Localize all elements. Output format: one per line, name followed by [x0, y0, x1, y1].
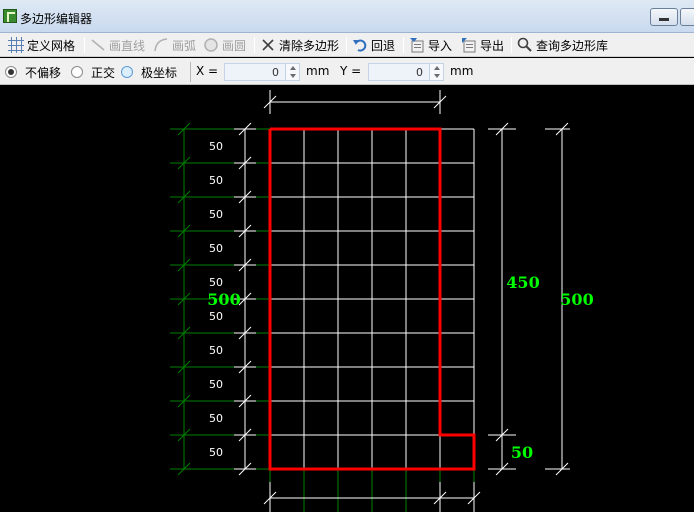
maximize-button[interactable]	[680, 8, 694, 26]
spin-down-icon	[434, 74, 440, 78]
row-spacing-label: 50	[209, 378, 223, 391]
left-total-dimension-label: 500	[207, 290, 240, 309]
clear-polygon-button[interactable]: 清除多边形	[260, 36, 339, 54]
title-bar: 多边形编辑器	[0, 0, 694, 33]
no-offset-label: 不偏移	[25, 66, 62, 80]
import-button[interactable]: 导入	[409, 36, 452, 54]
export-label: 导出	[480, 38, 505, 53]
y-value: 0	[416, 66, 423, 79]
minimize-button[interactable]	[650, 8, 678, 26]
grid-lines	[269, 128, 475, 512]
options-separator	[190, 62, 191, 82]
top-dimension	[263, 90, 447, 114]
right-dimensions	[488, 122, 570, 476]
row-spacing-label: 50	[209, 208, 223, 221]
import-icon	[409, 37, 425, 53]
draw-circle-button[interactable]: 画圆	[203, 36, 246, 54]
spin-down-icon	[290, 74, 296, 78]
export-icon	[461, 37, 477, 53]
toolbar-separator	[84, 37, 85, 53]
draw-arc-button[interactable]: 画弧	[153, 36, 196, 54]
define-grid-label: 定义网格	[27, 38, 76, 53]
row-spacing-label: 50	[209, 174, 223, 187]
spin-up-icon	[290, 66, 296, 70]
arc-icon	[153, 37, 169, 53]
row-spacing-label: 50	[209, 446, 223, 459]
draw-line-button[interactable]: 画直线	[90, 36, 145, 54]
query-library-button[interactable]: 查询多边形库	[517, 36, 608, 54]
row-spacing-label: 50	[209, 276, 223, 289]
draw-circle-label: 画圆	[222, 38, 247, 53]
undo-button[interactable]: 回退	[352, 36, 395, 54]
window-title: 多边形编辑器	[20, 12, 93, 26]
export-button[interactable]: 导出	[461, 36, 504, 54]
search-icon	[517, 37, 533, 53]
ortho-label: 正交	[91, 66, 116, 80]
app-icon	[3, 9, 17, 23]
row-spacing-label: 50	[209, 344, 223, 357]
undo-label: 回退	[371, 38, 396, 53]
define-grid-button[interactable]: 定义网格	[8, 36, 75, 54]
toolbar-separator	[254, 37, 255, 53]
query-library-label: 查询多边形库	[536, 38, 609, 53]
x-input[interactable]: 0	[224, 63, 300, 81]
draw-arc-label: 画弧	[172, 38, 197, 53]
right-upper-dimension-label: 450	[506, 273, 539, 292]
y-input[interactable]: 0	[368, 63, 444, 81]
toolbar-separator	[511, 37, 512, 53]
x-value: 0	[272, 66, 279, 79]
polar-label: 极坐标	[141, 66, 178, 80]
y-label: Y =	[340, 64, 362, 78]
minimize-icon	[659, 18, 669, 21]
x-unit: mm	[306, 64, 330, 78]
undo-icon	[352, 37, 368, 53]
row-spacing-label: 50	[209, 242, 223, 255]
import-label: 导入	[428, 38, 453, 53]
draw-line-label: 画直线	[109, 38, 146, 53]
row-spacing-label: 50	[209, 310, 223, 323]
toolbar: 定义网格 画直线 画弧 画圆 清除多边形 回退 导入 导出 查询多边形库	[0, 33, 694, 57]
row-spacing-label: 50	[209, 140, 223, 153]
clear-polygon-label: 清除多边形	[279, 38, 340, 53]
y-unit: mm	[450, 64, 474, 78]
x-spinner[interactable]	[285, 64, 299, 80]
circle-icon	[203, 37, 219, 53]
toolbar-separator	[346, 37, 347, 53]
spin-up-icon	[434, 66, 440, 70]
polar-radio[interactable]	[121, 66, 133, 78]
ortho-radio[interactable]	[71, 66, 83, 78]
line-icon	[90, 37, 106, 53]
no-offset-radio[interactable]	[5, 66, 17, 78]
y-spinner[interactable]	[429, 64, 443, 80]
drawing-svg[interactable]: 50505050505050505050 500 450 50 500	[0, 86, 694, 512]
close-icon	[260, 37, 276, 53]
options-bar: 不偏移 正交 极坐标 X = 0 mm Y = 0 mm	[0, 58, 694, 85]
row-spacing-label: 50	[209, 412, 223, 425]
right-lower-dimension-label: 50	[511, 443, 533, 462]
right-total-dimension-label: 500	[560, 290, 593, 309]
drawing-canvas[interactable]: 50 50 50 50 50 50 50 50 50 50 500 450 50…	[0, 86, 694, 512]
toolbar-separator	[403, 37, 404, 53]
grid-icon	[8, 37, 24, 53]
x-label: X =	[196, 64, 219, 78]
